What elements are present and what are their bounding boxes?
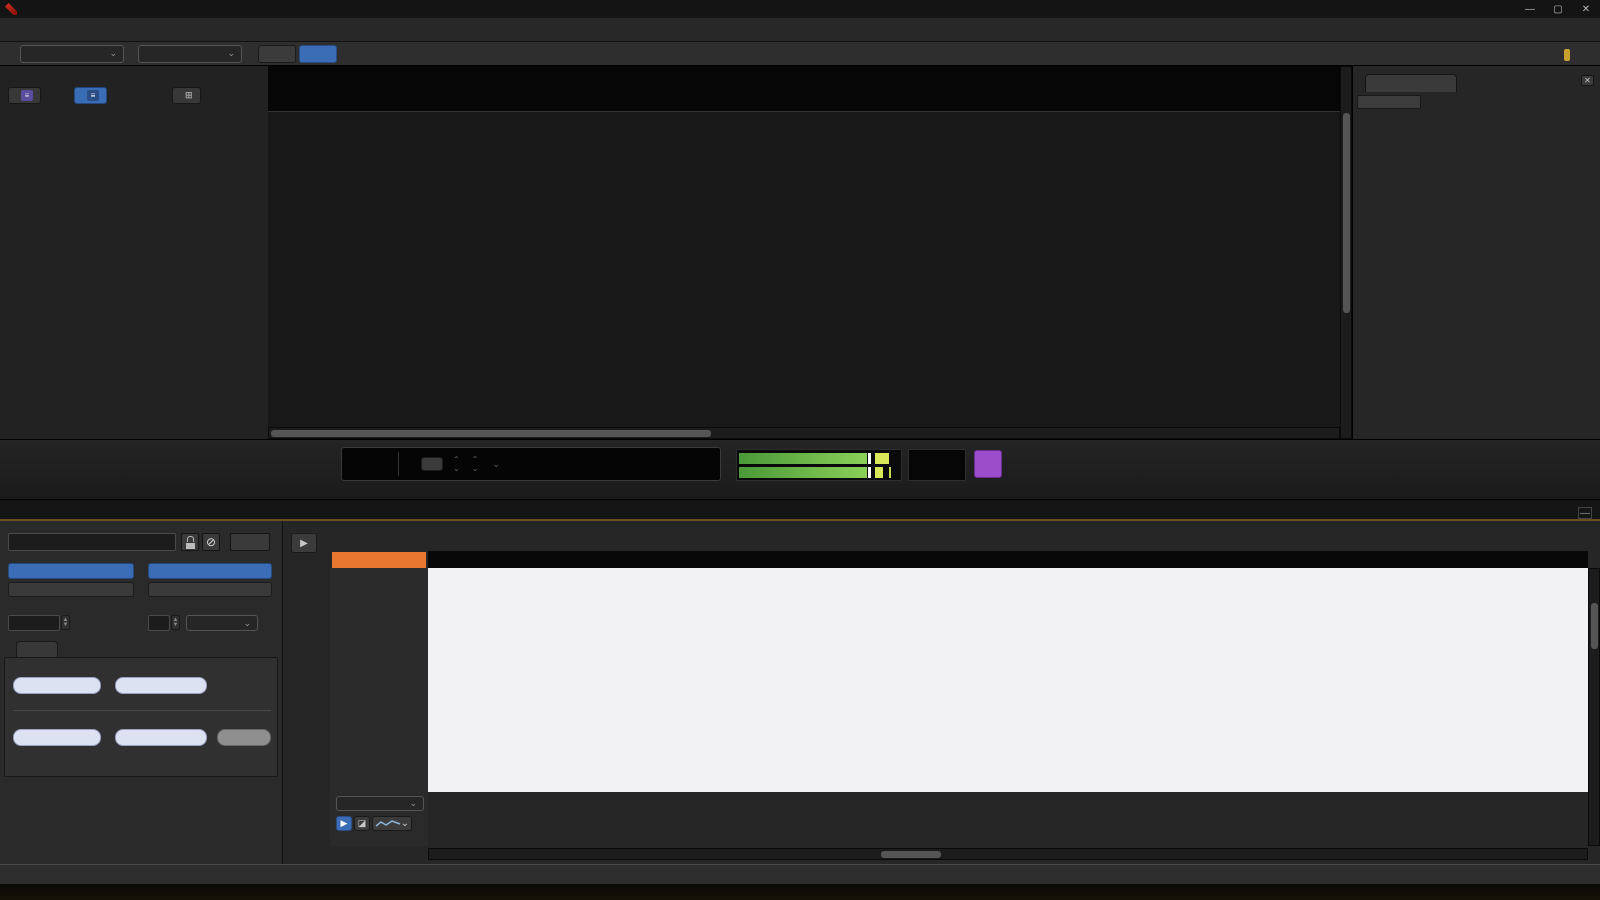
editor-side-toolbar: ▶ (283, 521, 330, 866)
markers-panel-close-button[interactable]: ✕ (1581, 75, 1594, 86)
transport-display: ⌃⌄ ⌃⌄ ⌄ (341, 447, 721, 481)
arrangement-vscrollbar[interactable] (1340, 66, 1352, 439)
mute-clip-icon[interactable]: ⊘ (202, 533, 220, 551)
use-project-key-button[interactable] (148, 563, 272, 579)
performance-grid-icon: ⊞ (185, 90, 193, 101)
performance-button[interactable]: ⊞ (172, 87, 201, 104)
track-list (0, 112, 268, 439)
velocity-header: ⌄ ▶ ◪ ⌄ (330, 792, 428, 846)
minimize-button[interactable]: — (1516, 2, 1544, 16)
master-track-button[interactable]: ≡ (74, 87, 107, 104)
main-toolbar: ⌄ ⌄ (0, 42, 1600, 66)
velocity-pointer-tool[interactable]: ▶ (336, 816, 352, 831)
beats-mode-button[interactable] (299, 45, 337, 63)
offset-field[interactable] (13, 677, 101, 694)
piano-hscrollbar[interactable] (428, 848, 1588, 860)
use-project-tempo-button[interactable] (8, 563, 134, 579)
position-readout (332, 552, 426, 568)
track-panel-header: ≡ ≡ ⊞ (0, 66, 268, 112)
num-loops-field[interactable] (217, 729, 271, 746)
markers-panel: ✕ (1352, 66, 1600, 439)
bottom-strip (0, 884, 1600, 900)
tap-tempo-button[interactable] (421, 457, 443, 471)
title-bar: — ▢ ✕ (0, 0, 1600, 18)
lock-icon[interactable] (181, 533, 199, 551)
add-marker-button[interactable] (1357, 95, 1421, 109)
piano-vscrollbar[interactable] (1588, 568, 1600, 846)
piano-keys[interactable] (330, 568, 428, 792)
transpose-button[interactable] (148, 582, 272, 597)
orig-key-field[interactable] (148, 615, 170, 631)
close-button[interactable]: ✕ (1572, 2, 1600, 16)
workspace-tabbar: — (0, 500, 1600, 519)
play-clip-button[interactable]: ▶ (291, 533, 317, 553)
add-track-menu-icon: ≡ (21, 90, 33, 101)
arrangement-area[interactable] (268, 112, 1340, 427)
orig-tempo-spinner[interactable]: ▲▼ (61, 615, 70, 630)
length-field[interactable] (115, 677, 207, 694)
status-bar (0, 864, 1600, 884)
menu-bar (0, 18, 1600, 42)
app-logo-icon (5, 3, 17, 15)
time-stretch-button[interactable] (8, 582, 134, 597)
brand-logo (1564, 45, 1570, 62)
arrangement-hscrollbar[interactable] (268, 427, 1340, 439)
maximize-button[interactable]: ▢ (1544, 2, 1572, 16)
master-menu-icon: ≡ (87, 90, 99, 101)
timeline-ruler[interactable] (268, 66, 1340, 112)
piano-roll-ruler[interactable] (428, 551, 1588, 568)
mixcraft-window: — ▢ ✕ ⌄ ⌄ ≡ ≡ ⊞ ✕ (0, 0, 1600, 900)
loop-end-field[interactable] (115, 729, 207, 746)
add-track-button[interactable]: ≡ (8, 87, 41, 104)
velocity-type-dropdown[interactable]: ⌄ (336, 796, 424, 811)
time-tab[interactable] (16, 641, 58, 658)
sound-editor-panel: ⊘ ▲▼ ▲▼ ⌄ (0, 519, 1600, 864)
master-eq-display[interactable] (908, 449, 966, 481)
panel-minimize-button[interactable]: — (1578, 507, 1592, 519)
time-mode-button[interactable] (258, 45, 296, 63)
transport-bar: ⌃⌄ ⌃⌄ ⌄ (0, 439, 1600, 500)
velocity-curve-tool[interactable]: ⌄ (372, 816, 412, 831)
scale-dropdown[interactable]: ⌄ (186, 615, 258, 631)
time-section (4, 657, 278, 777)
velocity-eraser-tool[interactable]: ◪ (354, 816, 370, 831)
master-meter (736, 449, 902, 481)
orig-tempo-field[interactable] (8, 615, 60, 631)
piano-roll-grid[interactable] (428, 568, 1588, 792)
clip-properties: ⊘ ▲▼ ▲▼ ⌄ (0, 521, 283, 866)
loop-start-field[interactable] (13, 729, 101, 746)
snap-dropdown[interactable]: ⌄ (138, 45, 242, 63)
clip-name-field[interactable] (8, 533, 176, 551)
clip-signature[interactable] (230, 533, 270, 551)
automation-type-dropdown[interactable]: ⌄ (20, 45, 124, 63)
orig-key-spinner[interactable]: ▲▼ (171, 615, 180, 630)
master-fx-button[interactable] (974, 450, 1002, 478)
markers-tab[interactable] (1365, 74, 1457, 92)
